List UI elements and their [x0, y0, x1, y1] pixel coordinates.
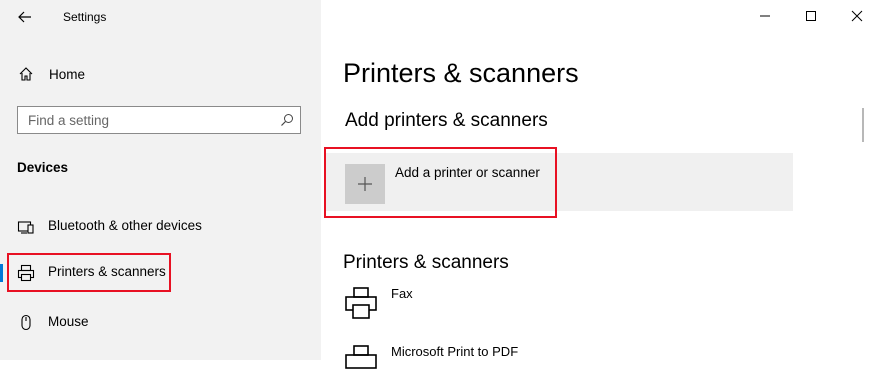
mouse-icon	[17, 314, 35, 332]
home-icon	[18, 66, 34, 82]
sidebar-item-bluetooth[interactable]: Bluetooth & other devices	[0, 208, 321, 244]
printer-icon	[343, 344, 379, 380]
printer-name: Fax	[391, 286, 413, 301]
minimize-icon	[760, 15, 770, 17]
content-pane: Printers & scanners Add printers & scann…	[321, 0, 880, 369]
bluetooth-devices-icon	[17, 218, 35, 236]
scrollbar[interactable]	[862, 108, 864, 142]
minimize-button[interactable]	[742, 0, 788, 32]
maximize-button[interactable]	[788, 0, 834, 32]
page-title: Printers & scanners	[343, 58, 579, 88]
sidebar-item-label: Bluetooth & other devices	[48, 218, 202, 233]
printer-item-pdf[interactable]: Microsoft Print to PDF	[343, 344, 743, 384]
printers-list-title: Printers & scanners	[343, 252, 509, 273]
printer-name: Microsoft Print to PDF	[391, 344, 519, 359]
sidebar-item-mouse[interactable]: Mouse	[0, 304, 321, 340]
search-placeholder: Find a setting	[28, 113, 110, 128]
settings-sidebar: Settings Home Find a setting Devices Blu…	[0, 0, 321, 360]
section-title: Devices	[17, 160, 69, 175]
back-arrow-icon[interactable]	[16, 8, 34, 26]
close-icon	[851, 10, 863, 22]
add-section-title: Add printers & scanners	[345, 110, 548, 131]
sidebar-item-label: Mouse	[48, 314, 89, 329]
printer-icon	[343, 286, 379, 322]
window-title: Settings	[63, 10, 107, 24]
maximize-icon	[806, 11, 816, 21]
sidebar-item-home[interactable]: Home	[0, 60, 321, 90]
highlight-box	[7, 253, 171, 292]
search-input[interactable]: Find a setting	[17, 106, 301, 134]
printer-item-fax[interactable]: Fax	[343, 286, 743, 326]
search-icon[interactable]	[280, 113, 294, 127]
highlight-box	[324, 147, 557, 218]
close-button[interactable]	[834, 0, 880, 32]
sidebar-item-label: Home	[49, 67, 86, 82]
